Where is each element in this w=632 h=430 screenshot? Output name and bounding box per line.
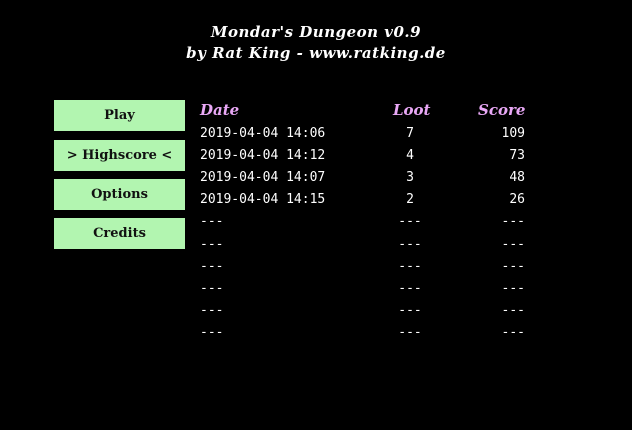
highscore-loot-cell: ---	[398, 258, 422, 274]
highscore-score-cell: 26	[509, 192, 525, 208]
highscore-loot-cell: ---	[398, 302, 422, 318]
highscore-loot-cell: 4	[406, 148, 414, 164]
highscore-score-cell: ---	[501, 236, 525, 252]
highscore-score-cell: 73	[509, 148, 525, 164]
game-screen: Mondar's Dungeon v0.9 by Rat King - www.…	[0, 0, 632, 430]
highscore-date-cell: 2019-04-04 14:07	[200, 170, 326, 186]
highscore-row: --- --- ---	[0, 259, 632, 281]
highscore-score-cell: ---	[501, 258, 525, 274]
highscore-date-cell: ---	[200, 280, 224, 296]
highscore-row: 2019-04-04 14:06 7 109	[0, 126, 632, 148]
highscore-score-cell: 109	[501, 126, 525, 141]
highscore-loot-cell: 2	[406, 192, 414, 208]
highscore-row: --- --- ---	[0, 303, 632, 325]
highscore-loot-cell: 3	[406, 170, 414, 186]
highscore-row: 2019-04-04 14:15 2 26	[0, 192, 632, 214]
highscore-date-cell: 2019-04-04 14:15	[200, 192, 326, 208]
highscore-score-cell: ---	[501, 214, 525, 230]
highscore-date-cell: ---	[200, 324, 224, 340]
highscore-row: --- --- ---	[0, 214, 632, 236]
highscore-date-cell: ---	[200, 214, 224, 230]
highscore-loot-cell: ---	[398, 324, 422, 340]
highscore-date-cell: ---	[200, 302, 224, 318]
highscore-row: --- --- ---	[0, 237, 632, 259]
highscore-loot-cell: ---	[398, 280, 422, 296]
highscore-loot-cell: ---	[398, 236, 422, 252]
highscore-score-cell: 48	[509, 170, 525, 186]
highscore-row: --- --- ---	[0, 325, 632, 347]
highscore-row: 2019-04-04 14:07 3 48	[0, 170, 632, 192]
highscore-date-cell: 2019-04-04 14:12	[200, 148, 326, 164]
highscore-date-cell: ---	[200, 236, 224, 252]
highscore-score-cell: ---	[501, 280, 525, 296]
highscore-loot-cell: 7	[406, 126, 414, 141]
highscore-loot-cell: ---	[398, 214, 422, 230]
highscore-date-cell: ---	[200, 258, 224, 274]
highscore-score-cell: ---	[501, 324, 525, 340]
highscore-table: 2019-04-04 14:06 7 109 2019-04-04 14:12 4 73 2…	[0, 0, 632, 430]
highscore-row: --- --- ---	[0, 281, 632, 303]
highscore-date-cell: 2019-04-04 14:06	[200, 126, 326, 141]
highscore-row: 2019-04-04 14:12 4 73	[0, 148, 632, 170]
highscore-score-cell: ---	[501, 302, 525, 318]
